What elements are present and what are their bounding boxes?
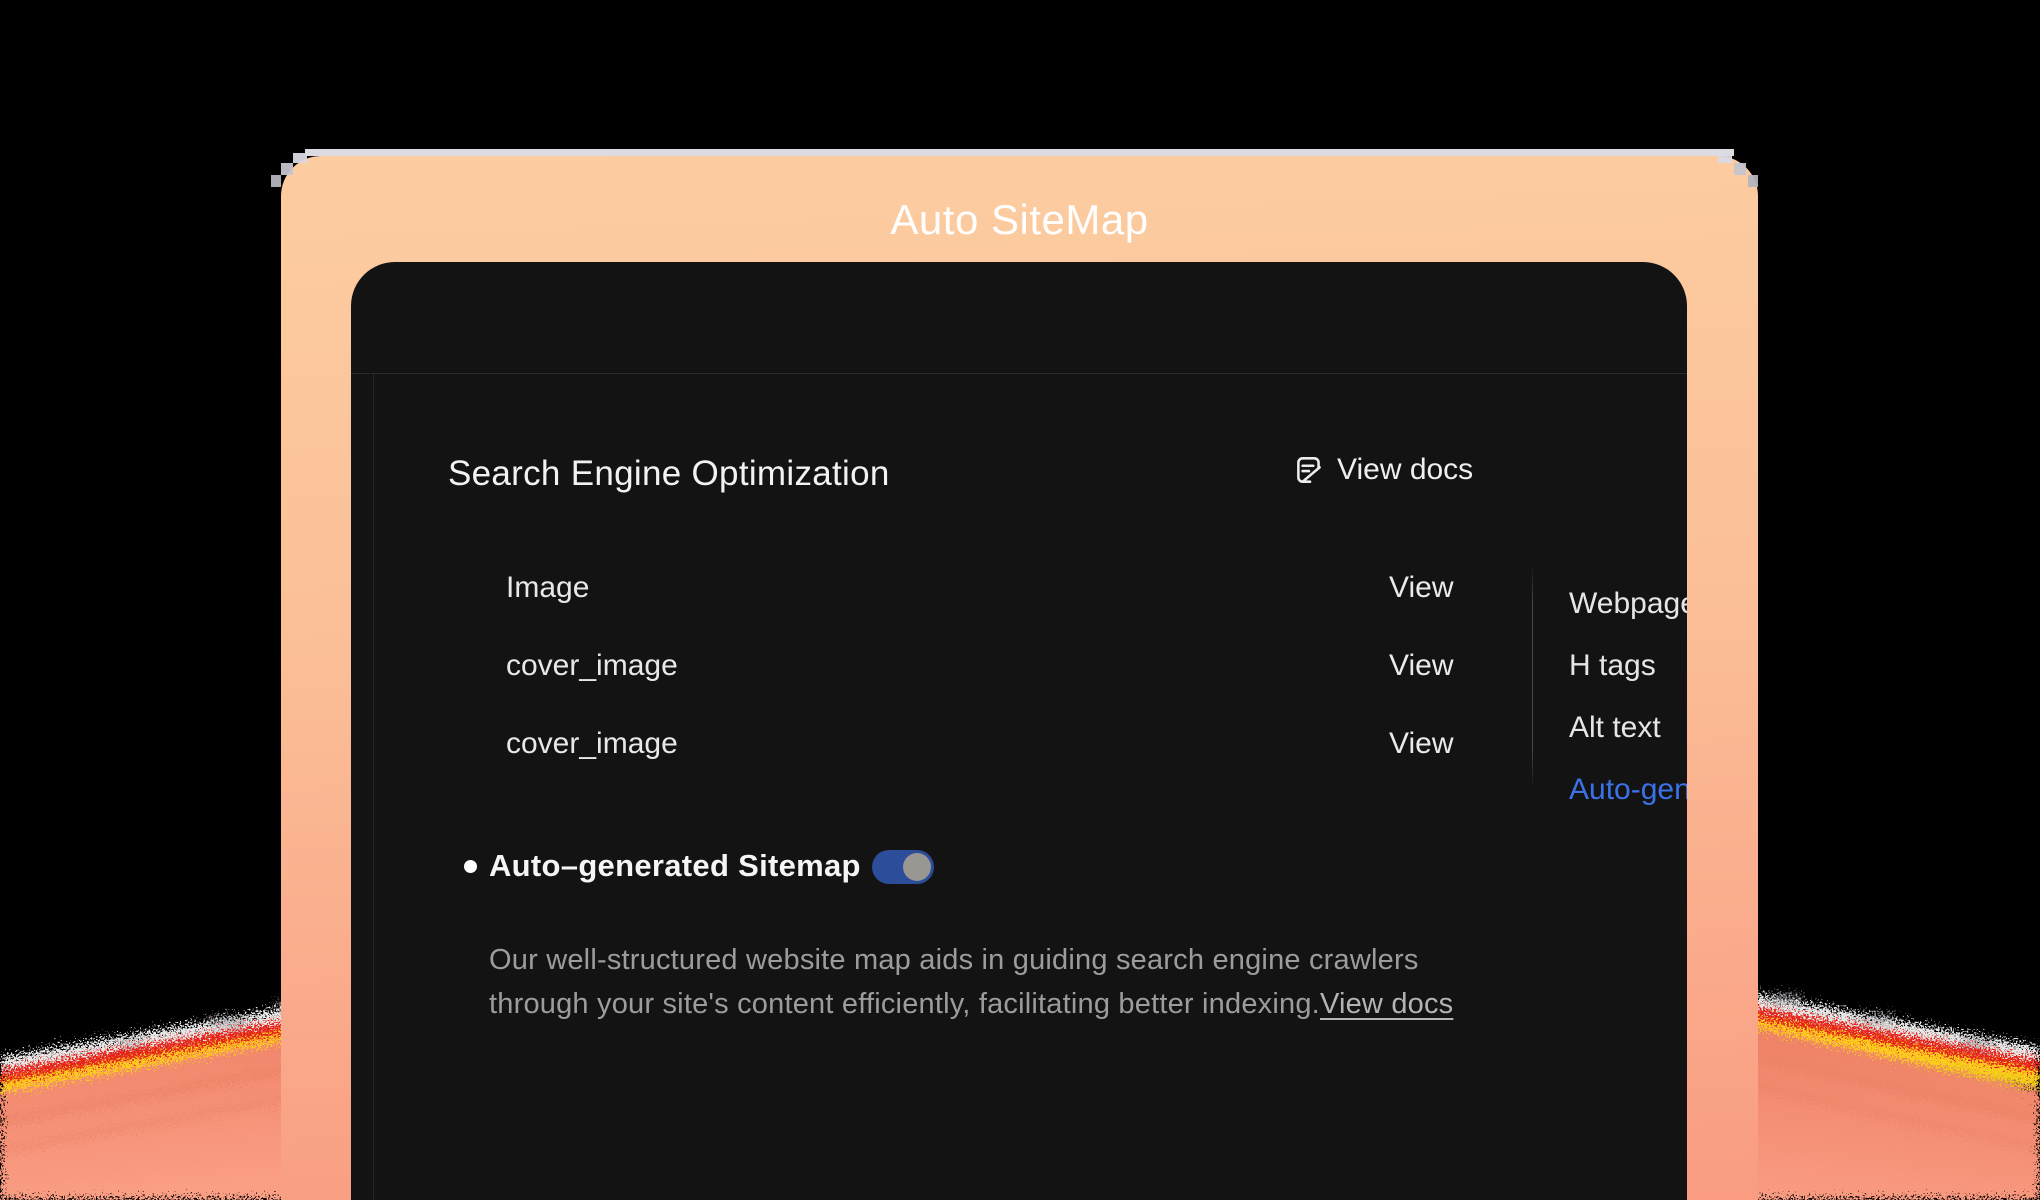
view-docs-inline-link[interactable]: View docs [1320,988,1453,1020]
view-action-link[interactable]: View [1389,705,1453,783]
table-row: Image View [506,549,1536,627]
view-action-link[interactable]: View [1389,627,1453,705]
page-title: Search Engine Optimization [448,454,890,494]
glitch-wave-left-decoration [0,920,320,1200]
view-docs-label: View docs [1337,453,1473,487]
left-gutter-divider [373,374,374,1200]
app-panel: Search Engine Optimization View docs Ima… [351,262,1687,1200]
checklist-item-auto-generated[interactable]: Auto-generated [1569,759,1687,821]
item-name: cover_image [506,727,678,760]
pixelated-edge-decoration [269,148,1770,196]
sitemap-setting-label: Auto–generated Sitemap [489,848,861,884]
sitemap-description: Our well-structured website map aids in … [489,938,1469,1026]
checklist-item-webpage[interactable]: Webpage [1569,573,1687,635]
description-line: Our well-structured website map aids in … [489,938,1469,982]
seo-checklist: Webpage H tags Alt text Auto-generated [1569,573,1687,821]
screenshot-root: Auto SiteMap Search Engine Optimization … [0,0,2040,1200]
document-edit-icon [1292,453,1326,487]
header-divider [351,373,1687,374]
view-action-link[interactable]: View [1389,549,1453,627]
bullet-dot-icon [464,860,477,873]
toggle-knob [903,853,931,881]
card-title: Auto SiteMap [281,196,1758,244]
sitemap-toggle[interactable] [872,850,934,884]
description-line: through your site's content efficiently,… [489,982,1469,1026]
description-line-text: through your site's content efficiently,… [489,988,1320,1020]
table-row: cover_image View [506,705,1536,783]
view-docs-link[interactable]: View docs [1292,453,1473,487]
checklist-item-h-tags[interactable]: H tags [1569,635,1687,697]
checklist-divider [1532,565,1533,789]
gradient-card: Auto SiteMap Search Engine Optimization … [281,156,1758,1200]
glitch-wave-right-decoration [1740,920,2040,1200]
checklist-item-alt-text[interactable]: Alt text [1569,697,1687,759]
seo-items-table: Image View cover_image View cover_image … [506,549,1536,783]
item-name: cover_image [506,649,678,682]
item-name: Image [506,571,589,604]
table-row: cover_image View [506,627,1536,705]
